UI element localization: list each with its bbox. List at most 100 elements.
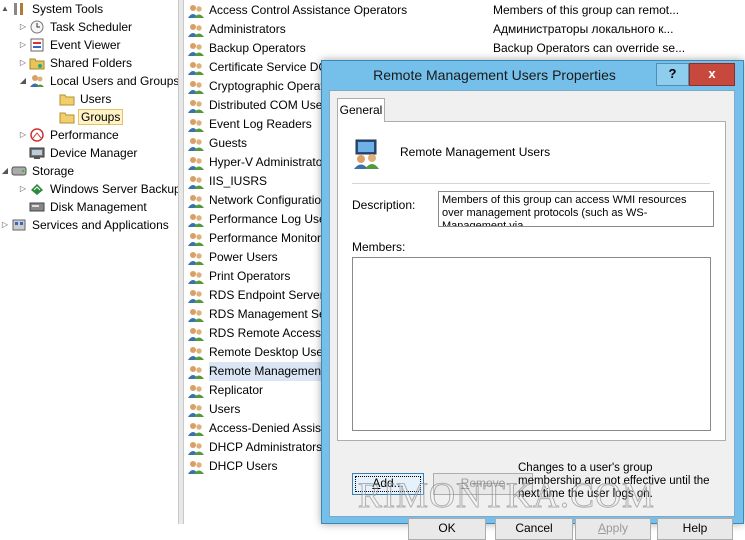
group-row[interactable]: Backup Operators Backup Operators can ove… <box>188 39 743 58</box>
group-description-cell: Members of this group can remot... <box>493 3 680 17</box>
members-list[interactable] <box>352 257 711 431</box>
group-icon <box>188 138 204 151</box>
group-icon <box>188 157 204 170</box>
tree-item-event-viewer[interactable]: ▷ Event Viewer <box>18 36 122 54</box>
expand-arrow-icon[interactable]: ▷ <box>0 216 10 234</box>
tree-item-label: Storage <box>32 164 75 178</box>
console-tree: ▲ System Tools ▷ Task Scheduler ▷ Event Viewe… <box>0 0 181 524</box>
tree-item-label: Windows Server Backup <box>50 182 181 196</box>
group-icon <box>188 366 204 379</box>
tree-item-label: Device Manager <box>50 146 138 160</box>
separator <box>352 183 710 184</box>
group-icon <box>188 328 204 341</box>
group-name: Remote Management Users <box>400 145 551 159</box>
expand-arrow-icon[interactable]: ▷ <box>18 36 28 54</box>
tree-item-disk-management[interactable]: Disk Management <box>18 198 149 216</box>
tree-item-label: System Tools <box>32 2 104 16</box>
description-field[interactable]: Members of this group can access WMI res… <box>438 191 714 227</box>
group-icon <box>188 214 204 227</box>
expand-arrow-icon[interactable]: ◢ <box>18 72 28 90</box>
tree-item-label: Groups <box>78 109 124 125</box>
backup-icon <box>29 182 45 196</box>
properties-dialog: Remote Management Users Properties ? x G… <box>321 60 744 540</box>
tree-item-label: Event Viewer <box>50 38 121 52</box>
group-icon <box>188 81 204 94</box>
shared-folder-icon <box>29 56 45 70</box>
tree-item-local-users-and-groups[interactable]: ◢ Local Users and Groups <box>18 72 181 90</box>
expand-arrow-icon[interactable]: ◢ <box>0 162 10 180</box>
tree-item-services-and-applications[interactable]: ▷ Services and Applications <box>0 216 171 234</box>
expand-arrow-icon[interactable]: ▷ <box>18 54 28 72</box>
group-icon <box>188 423 204 436</box>
group-icon <box>188 442 204 455</box>
clock-icon <box>29 20 45 34</box>
ok-button[interactable]: OK <box>408 518 486 540</box>
help-button[interactable]: Help <box>657 518 733 540</box>
group-icon <box>188 290 204 303</box>
group-icon <box>188 62 204 75</box>
group-row[interactable]: Access Control Assistance Operators Membe… <box>188 1 743 20</box>
performance-icon <box>29 128 45 142</box>
apply-button[interactable]: Apply <box>575 518 651 540</box>
members-label: Members: <box>352 240 406 254</box>
cancel-button[interactable]: Cancel <box>495 518 573 540</box>
folder-icon <box>59 110 75 124</box>
group-name-cell: Access Control Assistance Operators <box>209 3 408 17</box>
title-close-button[interactable]: x <box>689 63 735 86</box>
membership-note: Changes to a user's group membership are… <box>518 462 710 500</box>
tree-item-storage[interactable]: ◢ Storage <box>0 162 76 180</box>
group-icon <box>188 271 204 284</box>
group-description-cell: Администраторы локального к... <box>493 22 674 36</box>
group-icon <box>188 385 204 398</box>
tree-item-system-tools[interactable]: ▲ System Tools <box>0 0 105 18</box>
group-description-cell: Backup Operators can override se... <box>493 41 686 55</box>
tree-item-users[interactable]: Users <box>48 90 113 108</box>
folder-icon <box>59 92 75 106</box>
tree-item-task-scheduler[interactable]: ▷ Task Scheduler <box>18 18 134 36</box>
group-icon <box>188 347 204 360</box>
group-icon <box>188 195 204 208</box>
add-button[interactable]: Add... <box>352 473 424 495</box>
tree-item-label: Local Users and Groups <box>50 74 180 88</box>
tree-item-shared-folders[interactable]: ▷ Shared Folders <box>18 54 134 72</box>
group-icon <box>188 100 204 113</box>
storage-icon <box>11 164 27 178</box>
tab-general[interactable]: General <box>337 98 385 122</box>
group-icon <box>188 233 204 246</box>
group-icon <box>188 119 204 132</box>
group-icon <box>188 404 204 417</box>
tree-item-label: Shared Folders <box>50 56 133 70</box>
group-icon <box>188 24 204 37</box>
dialog-title: Remote Management Users Properties <box>373 67 616 83</box>
tree-item-label: Task Scheduler <box>50 20 133 34</box>
group-icon <box>188 461 204 474</box>
users-icon <box>29 74 45 88</box>
tree-item-label: Services and Applications <box>32 218 169 232</box>
tree-item-device-manager[interactable]: Device Manager <box>18 144 139 162</box>
disk-icon <box>29 200 45 214</box>
expand-arrow-icon[interactable]: ▷ <box>18 126 28 144</box>
services-icon <box>11 218 27 232</box>
expand-arrow-icon[interactable]: ▲ <box>0 0 10 18</box>
tree-item-label: Performance <box>50 128 119 142</box>
tree-item-label: Disk Management <box>50 200 147 214</box>
expand-arrow-icon[interactable]: ▷ <box>18 18 28 36</box>
general-tab-page: Remote Management Users Description: Mem… <box>337 121 726 441</box>
tree-item-windows-server-backup[interactable]: ▷ Windows Server Backup <box>18 180 183 198</box>
dialog-body: General Remote Management Users Descript… <box>329 90 735 540</box>
group-name-cell: Backup Operators <box>209 41 306 55</box>
device-manager-icon <box>29 146 45 160</box>
description-label: Description: <box>352 198 416 212</box>
group-icon <box>188 176 204 189</box>
group-icon <box>188 252 204 265</box>
expand-arrow-icon[interactable]: ▷ <box>18 180 28 198</box>
group-icon <box>188 43 204 56</box>
tree-item-label: Users <box>80 92 112 106</box>
event-viewer-icon <box>29 38 45 52</box>
tree-item-groups[interactable]: Groups <box>48 108 124 126</box>
group-row[interactable]: Administrators Администраторы локального … <box>188 20 743 39</box>
system-tools-icon <box>11 2 27 16</box>
tree-item-performance[interactable]: ▷ Performance <box>18 126 121 144</box>
title-help-button[interactable]: ? <box>656 63 689 86</box>
group-name-cell: Administrators <box>209 22 286 36</box>
